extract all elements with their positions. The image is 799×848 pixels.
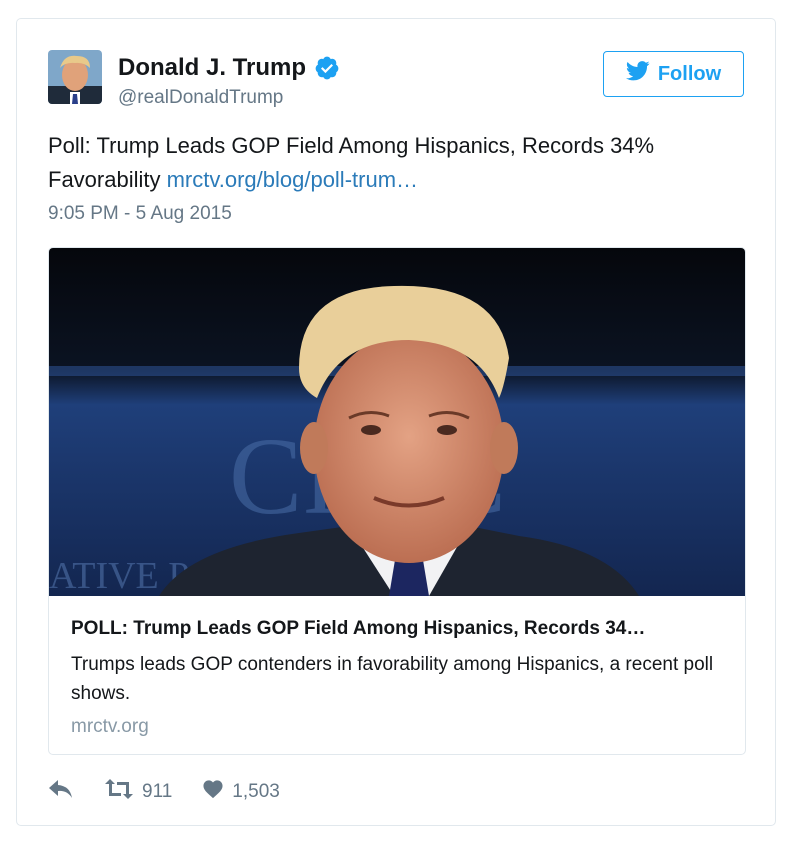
retweet-button[interactable]: 911 bbox=[104, 778, 172, 806]
user-handle[interactable]: @realDonaldTrump bbox=[118, 85, 340, 111]
avatar[interactable] bbox=[48, 50, 102, 104]
card-domain: mrctv.org bbox=[71, 716, 149, 737]
retweet-count: 911 bbox=[142, 781, 173, 802]
like-count: 1,503 bbox=[232, 781, 280, 802]
heart-icon bbox=[202, 779, 224, 805]
tweet-text: Poll: Trump Leads GOP Field Among Hispan… bbox=[48, 129, 748, 197]
twitter-bird-icon bbox=[625, 61, 650, 87]
card-title: POLL: Trump Leads GOP Field Among Hispan… bbox=[71, 618, 646, 639]
retweet-icon bbox=[104, 778, 134, 806]
card-description: Trumps leads GOP contenders in favorabil… bbox=[71, 654, 714, 704]
follow-button[interactable]: Follow bbox=[603, 51, 744, 97]
reply-button[interactable] bbox=[48, 778, 74, 806]
display-name-text: Donald J. Trump bbox=[118, 54, 307, 81]
reply-icon bbox=[48, 778, 74, 806]
tweet-link[interactable]: mrctv.org/blog/poll-trum… bbox=[167, 167, 418, 192]
tweet-timestamp[interactable]: 9:05 PM - 5 Aug 2015 bbox=[48, 203, 232, 225]
card-body: POLL: Trump Leads GOP Field Among Hispan… bbox=[71, 616, 721, 740]
link-preview-card[interactable]: CPAC ATIVE POLITICAL ACTION POLL: Trump … bbox=[48, 247, 746, 755]
display-name[interactable]: Donald J. Trump bbox=[118, 54, 340, 82]
card-image: CPAC ATIVE POLITICAL ACTION bbox=[49, 248, 745, 597]
name-block: Donald J. Trump @realDonaldTrump bbox=[118, 54, 340, 111]
verified-badge-icon bbox=[314, 55, 340, 81]
tweet-actions: 911 1,503 bbox=[48, 777, 280, 807]
tweet-header: Donald J. Trump @realDonaldTrump Follow bbox=[48, 50, 744, 110]
like-button[interactable]: 1,503 bbox=[202, 779, 280, 805]
follow-button-label: Follow bbox=[657, 62, 722, 85]
avatar-image bbox=[48, 50, 102, 104]
tweet-card: Donald J. Trump @realDonaldTrump Follow … bbox=[16, 18, 776, 826]
